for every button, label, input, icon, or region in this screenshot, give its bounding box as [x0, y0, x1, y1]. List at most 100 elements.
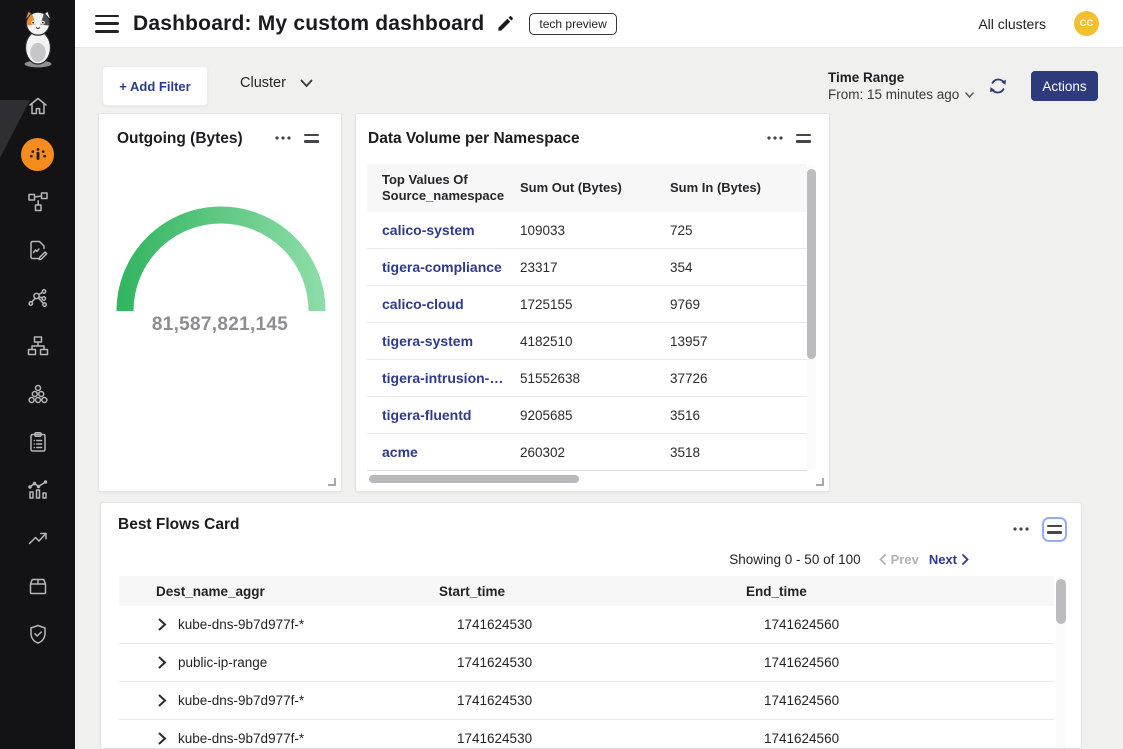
end-cell: 1741624560 — [764, 655, 1054, 670]
column-header-start: Start_time — [439, 584, 746, 599]
sidebar-item-hosts[interactable] — [0, 322, 75, 370]
namespace-link[interactable]: acme — [382, 444, 520, 460]
chevron-down-icon — [300, 79, 313, 88]
table-row: tigera-compliance 23317 354 — [367, 249, 807, 286]
expand-row-chevron-icon[interactable] — [158, 656, 178, 669]
resize-handle[interactable] — [328, 478, 336, 486]
namespace-link[interactable]: calico-system — [382, 222, 520, 238]
sum-out-cell: 23317 — [520, 260, 670, 275]
network-topology-icon — [26, 190, 50, 214]
drag-handle-icon[interactable] — [796, 134, 811, 143]
hamburger-menu-icon[interactable] — [95, 15, 119, 33]
scrollbar-thumb[interactable] — [807, 169, 816, 359]
pagination-range-text: Showing 0 - 50 of 100 — [729, 552, 860, 567]
avatar[interactable]: CC — [1074, 11, 1099, 36]
namespace-link[interactable]: calico-cloud — [382, 296, 520, 312]
edit-dashboard-button[interactable] — [496, 14, 515, 33]
card-menu-icon[interactable] — [275, 136, 291, 140]
vertical-scrollbar[interactable] — [807, 164, 816, 471]
prev-page-button[interactable]: Prev — [879, 552, 919, 567]
namespace-table: Top Values Of Source_namespace Sum Out (… — [367, 164, 807, 471]
sidebar-item-reports[interactable] — [0, 226, 75, 274]
expand-row-chevron-icon[interactable] — [158, 732, 178, 745]
sidebar-item-logs[interactable] — [0, 466, 75, 514]
flows-table: Dest_name_aggr Start_time End_time kube-… — [119, 576, 1054, 749]
page-title: Dashboard: My custom dashboard — [133, 12, 484, 36]
sum-out-cell: 260302 — [520, 445, 670, 460]
resize-handle[interactable] — [816, 478, 824, 486]
gauge-arc — [125, 215, 317, 311]
sidebar-item-workloads[interactable] — [0, 562, 75, 610]
sum-out-cell: 9205685 — [520, 408, 670, 423]
sitemap-icon — [26, 334, 50, 358]
start-cell: 1741624530 — [457, 655, 764, 670]
table-row: kube-dns-9b7d977f-* 1741624530 174162456… — [119, 606, 1054, 644]
sidebar-item-dashboards-active[interactable] — [0, 130, 75, 178]
cluster-scope-selector[interactable]: All clusters — [978, 16, 1046, 32]
sum-in-cell: 3516 — [670, 408, 807, 423]
sum-out-cell: 1725155 — [520, 297, 670, 312]
calico-cat-logo[interactable] — [0, 0, 75, 78]
actions-button[interactable]: Actions — [1031, 71, 1098, 101]
next-page-button[interactable]: Next — [929, 552, 969, 567]
namespace-link[interactable]: tigera-intrusion-d… — [382, 370, 520, 386]
sum-in-cell: 3518 — [670, 445, 807, 460]
table-header-row: Top Values Of Source_namespace Sum Out (… — [367, 164, 807, 212]
table-row: calico-cloud 1725155 9769 — [367, 286, 807, 323]
chevron-down-icon — [965, 92, 974, 98]
connections-graph-icon — [26, 286, 50, 310]
cluster-filter-dropdown[interactable]: Cluster — [240, 75, 313, 91]
best-flows-card: Best Flows Card Showing 0 - 50 of 100 Pr… — [100, 502, 1082, 749]
sidebar-item-security[interactable] — [0, 610, 75, 658]
sum-in-cell: 37726 — [670, 371, 807, 386]
drag-handle-icon-focused[interactable] — [1042, 517, 1067, 542]
sidebar-item-home[interactable] — [0, 82, 75, 130]
stats-chart-icon — [26, 478, 50, 502]
chevron-right-icon — [962, 554, 969, 565]
refresh-icon — [987, 75, 1009, 97]
sidebar-item-threat-graph[interactable] — [0, 274, 75, 322]
sidebar-item-clusters[interactable] — [0, 370, 75, 418]
namespace-link[interactable]: tigera-fluentd — [382, 407, 520, 423]
sidebar — [0, 0, 75, 749]
gauge-chart — [109, 199, 333, 322]
home-icon — [26, 94, 50, 118]
sidebar-nav — [0, 82, 75, 658]
column-header-namespace: Top Values Of Source_namespace — [382, 172, 520, 205]
sum-in-cell: 725 — [670, 223, 807, 238]
namespace-link[interactable]: tigera-system — [382, 333, 520, 349]
trending-up-icon — [26, 526, 50, 550]
horizontal-scrollbar-thumb[interactable] — [369, 475, 579, 483]
card-title: Best Flows Card — [118, 516, 239, 534]
table-row: acme 260302 3518 — [367, 434, 807, 471]
expand-row-chevron-icon[interactable] — [158, 694, 178, 707]
table-header-row: Dest_name_aggr Start_time End_time — [119, 576, 1054, 606]
vertical-scrollbar[interactable] — [1056, 576, 1066, 749]
end-cell: 1741624560 — [764, 617, 1054, 632]
table-row: tigera-intrusion-d… 51552638 37726 — [367, 360, 807, 397]
top-header: Dashboard: My custom dashboard tech prev… — [75, 0, 1123, 48]
time-range-selector[interactable]: Time Range From: 15 minutes ago — [828, 70, 974, 102]
sum-in-cell: 13957 — [670, 334, 807, 349]
add-filter-button[interactable]: + Add Filter — [102, 66, 208, 106]
start-cell: 1741624530 — [457, 731, 764, 746]
drag-handle-icon[interactable] — [304, 134, 319, 143]
namespace-link[interactable]: tigera-compliance — [382, 259, 520, 275]
sidebar-item-trends[interactable] — [0, 514, 75, 562]
app-root: Dashboard: My custom dashboard tech prev… — [0, 0, 1123, 749]
report-edit-icon — [26, 238, 50, 262]
card-menu-icon[interactable] — [767, 136, 783, 140]
sidebar-item-policies[interactable] — [0, 418, 75, 466]
sum-out-cell: 51552638 — [520, 371, 670, 386]
tech-preview-badge: tech preview — [529, 13, 616, 35]
pagination: Showing 0 - 50 of 100 Prev Next — [729, 552, 969, 567]
sum-in-cell: 9769 — [670, 297, 807, 312]
card-menu-icon[interactable] — [1013, 527, 1029, 531]
expand-row-chevron-icon[interactable] — [158, 618, 178, 631]
refresh-button[interactable] — [987, 75, 1009, 97]
outgoing-bytes-card: Outgoing (Bytes) 81,587,821,145 — [98, 113, 342, 492]
table-row: kube-dns-9b7d977f-* 1741624530 174162456… — [119, 682, 1054, 720]
dest-cell: kube-dns-9b7d977f-* — [178, 731, 457, 746]
sidebar-item-service-graph[interactable] — [0, 178, 75, 226]
scrollbar-thumb[interactable] — [1056, 579, 1066, 624]
